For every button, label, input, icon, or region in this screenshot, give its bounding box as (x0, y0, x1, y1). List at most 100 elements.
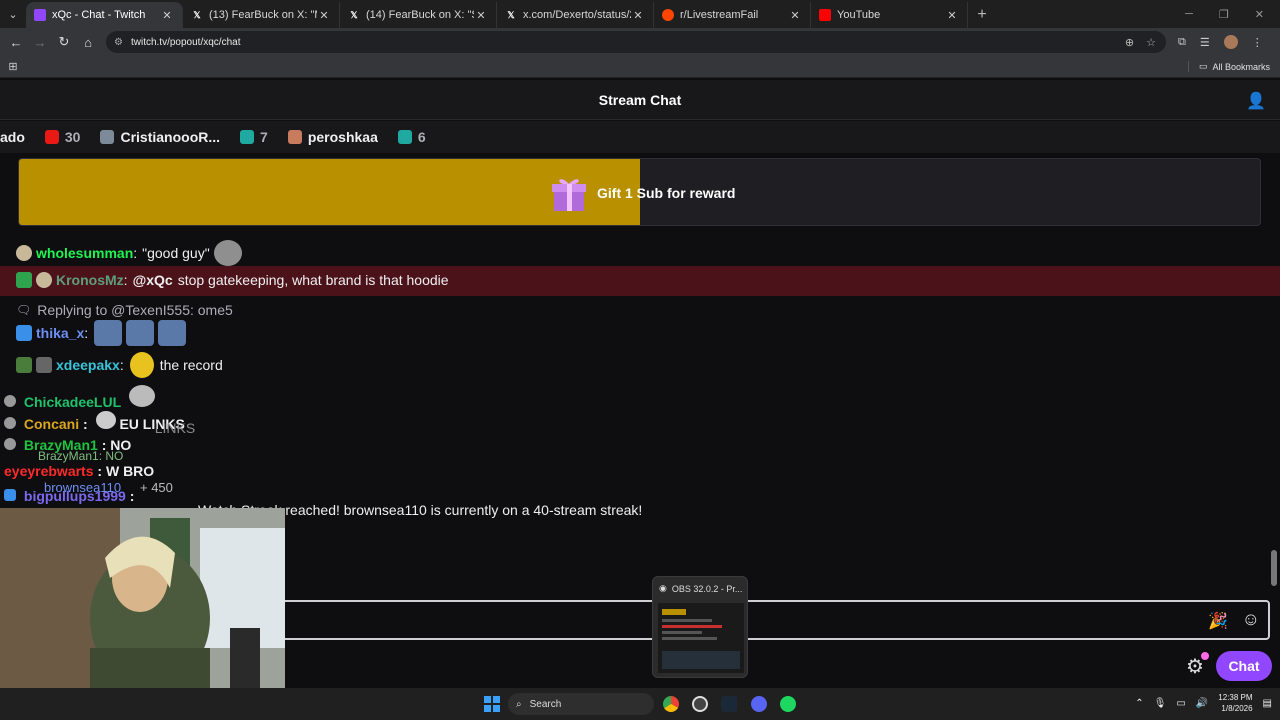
apps-grid-icon[interactable]: ⊞ (0, 60, 26, 73)
back-icon[interactable]: ← (4, 35, 28, 50)
new-tab-button[interactable]: + (968, 2, 996, 28)
maximize-icon[interactable]: ❐ (1219, 8, 1229, 21)
x-icon: 𝕏 (507, 9, 515, 20)
reply-context[interactable]: 🗨 Replying to @TexenI555: ome5 (16, 302, 233, 318)
bookmark-star-icon[interactable]: ☆ (1146, 36, 1156, 49)
ghost-text: BrazyMan1: NO (38, 449, 124, 463)
leaderboard-name: CristianoooR... (120, 129, 221, 145)
leaderboard-entry[interactable]: 30 (44, 129, 80, 145)
obs-taskbar-icon[interactable] (692, 696, 708, 712)
chrome-icon[interactable] (663, 696, 679, 712)
profile-avatar[interactable] (1223, 35, 1238, 49)
forward-icon[interactable]: → (28, 35, 52, 50)
scrollbar-thumb[interactable] (1271, 550, 1277, 586)
chat-message[interactable]: KronosMz : @xQc stop gatekeeping, what b… (16, 272, 449, 288)
tab-search-icon[interactable]: ⌄ (0, 0, 26, 28)
address-bar-row: ← → ↻ ⌂ ⚙ twitch.tv/popout/xqc/chat ⊕ ☆ … (0, 28, 1280, 56)
emote-picker-icon[interactable]: ☺ (1242, 609, 1260, 630)
tab-title: (13) FearBuck on X: "MrBeast re (209, 9, 317, 21)
network-icon[interactable]: ▭ (1176, 698, 1185, 709)
gift-badge-icon (397, 130, 412, 144)
user-badge-icon (16, 357, 32, 373)
notification-icon[interactable]: ▤ (1263, 698, 1272, 709)
leaderboard-entry[interactable]: 6 (397, 129, 426, 145)
minimize-icon[interactable]: ─ (1185, 8, 1193, 20)
extensions-icon[interactable]: ⧉ (1178, 36, 1186, 49)
close-window-icon[interactable]: ✕ (1255, 8, 1264, 21)
chat-header: Stream Chat 👤 (0, 80, 1280, 120)
taskbar-search-label: Search (529, 698, 562, 710)
chat-username: Concani (23, 416, 80, 432)
chat-username: ChickadeeLUL (23, 394, 121, 410)
chat-username[interactable]: KronosMz (56, 272, 124, 288)
url-field[interactable]: ⚙ twitch.tv/popout/xqc/chat ⊕ ☆ (106, 31, 1166, 53)
gift-icon (552, 179, 586, 211)
leaderboard-count: 6 (417, 129, 426, 145)
chat-username[interactable]: thika_x (36, 325, 84, 341)
emote-icon (158, 320, 187, 346)
youtube-icon (819, 9, 831, 21)
close-tab-icon[interactable]: ✕ (631, 9, 645, 22)
taskbar-search[interactable]: ⌕ Search (508, 693, 654, 715)
tab-title: (14) FearBuck on X: "Stranger T (366, 9, 474, 21)
emote-icon (128, 385, 155, 407)
tab-5[interactable]: YouTube ✕ (811, 2, 968, 28)
reload-icon[interactable]: ↻ (52, 34, 76, 50)
close-tab-icon[interactable]: ✕ (788, 9, 802, 22)
chat-scrollbar[interactable] (1271, 160, 1277, 590)
chat-username[interactable]: xdeepakx (56, 357, 120, 373)
close-tab-icon[interactable]: ✕ (317, 9, 331, 22)
chat-text: W BRO (105, 463, 155, 479)
close-tab-icon[interactable]: ✕ (474, 9, 488, 22)
steam-icon[interactable] (721, 696, 737, 712)
chat-username: bigpullups1999 (23, 488, 126, 504)
tab-3[interactable]: 𝕏 x.com/Dexerto/status/20093007 ✕ (497, 2, 654, 28)
all-bookmarks-button[interactable]: ▭ All Bookmarks (1187, 61, 1280, 72)
clock-date: 1/8/2026 (1221, 704, 1253, 713)
menu-icon[interactable]: ⋮ (1252, 36, 1263, 49)
volume-icon[interactable]: 🔊 (1196, 698, 1208, 709)
tab-0[interactable]: xQc - Chat - Twitch ✕ (26, 2, 183, 28)
settings-gear-icon[interactable]: ⚙ (1186, 652, 1209, 679)
window-controls: ─ ❐ ✕ (1185, 0, 1280, 28)
site-info-icon[interactable]: ⚙ (114, 37, 123, 48)
close-tab-icon[interactable]: ✕ (945, 9, 959, 22)
tab-2[interactable]: 𝕏 (14) FearBuck on X: "Stranger T ✕ (340, 2, 497, 28)
gift-sub-banner[interactable]: Gift 1 Sub for reward (18, 158, 1261, 226)
tray-chevron-icon[interactable]: ⌃ (1135, 698, 1143, 709)
chat-message[interactable]: thika_x : (16, 320, 187, 346)
overlay-message: bigpullups1999 : (4, 488, 134, 504)
celebration-icon[interactable]: 🎉 (1208, 611, 1228, 631)
discord-icon[interactable] (751, 696, 767, 712)
tab-1[interactable]: 𝕏 (13) FearBuck on X: "MrBeast re ✕ (183, 2, 340, 28)
user-badge-icon (16, 272, 32, 288)
taskbar-clock[interactable]: 12:38 PM 1/8/2026 (1218, 692, 1252, 714)
leaderboard-entry[interactable]: ado (0, 129, 25, 145)
home-icon[interactable]: ⌂ (76, 35, 100, 50)
tab-title: YouTube (837, 9, 881, 21)
leaderboard-entry[interactable]: 7 (240, 129, 268, 145)
system-tray: ⌃ 🎙 ▭ 🔊 12:38 PM 1/8/2026 ▤ (1135, 692, 1272, 714)
windows-start-icon[interactable] (484, 696, 500, 712)
obs-icon: ◉ (659, 583, 667, 593)
zoom-icon[interactable]: ⊕ (1125, 36, 1134, 49)
chat-message[interactable]: wholesumman : "good guy" (16, 240, 242, 266)
taskbar-preview-popup[interactable]: ◉ OBS 32.0.2 - Pr... (652, 576, 748, 678)
chat-send-button[interactable]: Chat (1216, 651, 1272, 681)
tab-4[interactable]: r/LivestreamFail ✕ (654, 2, 811, 28)
leaderboard-name: peroshkaa (307, 129, 378, 145)
leaderboard: ado 30 CristianoooR... 7 peroshkaa 6 (0, 121, 1280, 153)
close-tab-icon[interactable]: ✕ (160, 9, 174, 22)
webcam-image (0, 508, 285, 692)
spotify-icon[interactable] (780, 696, 796, 712)
leaderboard-entry[interactable]: peroshkaa (287, 129, 378, 145)
chat-username[interactable]: wholesumman (36, 245, 133, 261)
ghost-text: LINKS (154, 420, 196, 436)
community-users-icon[interactable]: 👤 (1246, 91, 1266, 111)
microphone-icon[interactable]: 🎙 (1154, 698, 1167, 709)
leaderboard-entry[interactable]: CristianoooR... (100, 129, 220, 145)
reply-label: Replying to @TexenI555: ome5 (37, 302, 233, 318)
browser-tab-bar: ⌄ xQc - Chat - Twitch ✕ 𝕏 (13) FearBuck … (0, 0, 1280, 28)
media-icon[interactable]: ☰ (1200, 36, 1210, 49)
chat-message[interactable]: xdeepakx : the record (16, 352, 223, 378)
